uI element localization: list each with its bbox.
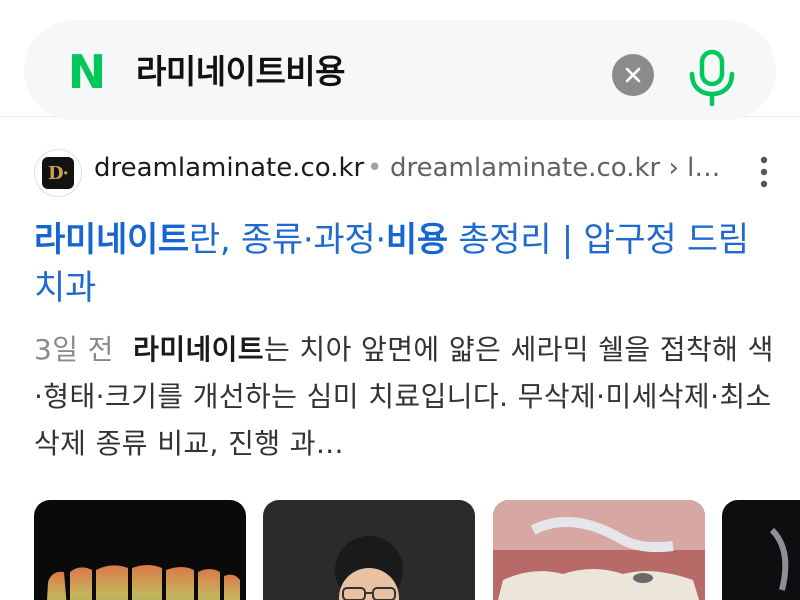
result-source[interactable]: D· dreamlaminate.co.kr • dreamlaminate.c… <box>34 147 774 197</box>
title-text: 란, 종류·과정· <box>188 220 386 260</box>
close-icon <box>625 67 641 83</box>
favicon-logo: D· <box>42 157 74 189</box>
thumbnail-dark[interactable] <box>722 500 800 600</box>
snippet-keyword: 라미네이트 <box>133 333 264 366</box>
thumbnail-dentist[interactable] <box>263 500 475 600</box>
site-favicon: D· <box>34 149 82 197</box>
thumbnail-strip <box>34 500 800 600</box>
site-name[interactable]: dreamlaminate.co.kr <box>94 153 364 183</box>
search-bar[interactable]: N 라미네이트비용 <box>24 20 776 120</box>
clear-search-button[interactable] <box>612 54 654 96</box>
search-result: D· dreamlaminate.co.kr • dreamlaminate.c… <box>0 116 800 600</box>
more-options-button[interactable] <box>754 155 774 189</box>
source-separator: • <box>367 153 383 183</box>
title-keyword: 비용 <box>385 220 448 260</box>
thumbnail-teeth-veneers[interactable] <box>34 500 246 600</box>
search-input[interactable]: 라미네이트비용 <box>136 48 346 96</box>
thumbnail-teeth-closeup[interactable] <box>493 500 705 600</box>
site-url-path[interactable]: dreamlaminate.co.kr › la... <box>390 153 730 183</box>
naver-logo[interactable]: N <box>64 49 110 95</box>
more-vertical-icon <box>760 156 768 188</box>
voice-search-button[interactable] <box>686 48 738 107</box>
result-snippet: 3일 전 라미네이트는 치아 앞면에 얇은 세라믹 쉘을 접착해 색·형태·크기… <box>34 326 774 467</box>
result-title-link[interactable]: 라미네이트란, 종류·과정·비용 총정리 | 압구정 드림치과 <box>34 216 774 312</box>
search-header: N 라미네이트비용 <box>0 0 800 120</box>
title-keyword: 라미네이트 <box>34 220 189 260</box>
microphone-icon <box>689 49 735 107</box>
result-date: 3일 전 <box>34 333 114 366</box>
